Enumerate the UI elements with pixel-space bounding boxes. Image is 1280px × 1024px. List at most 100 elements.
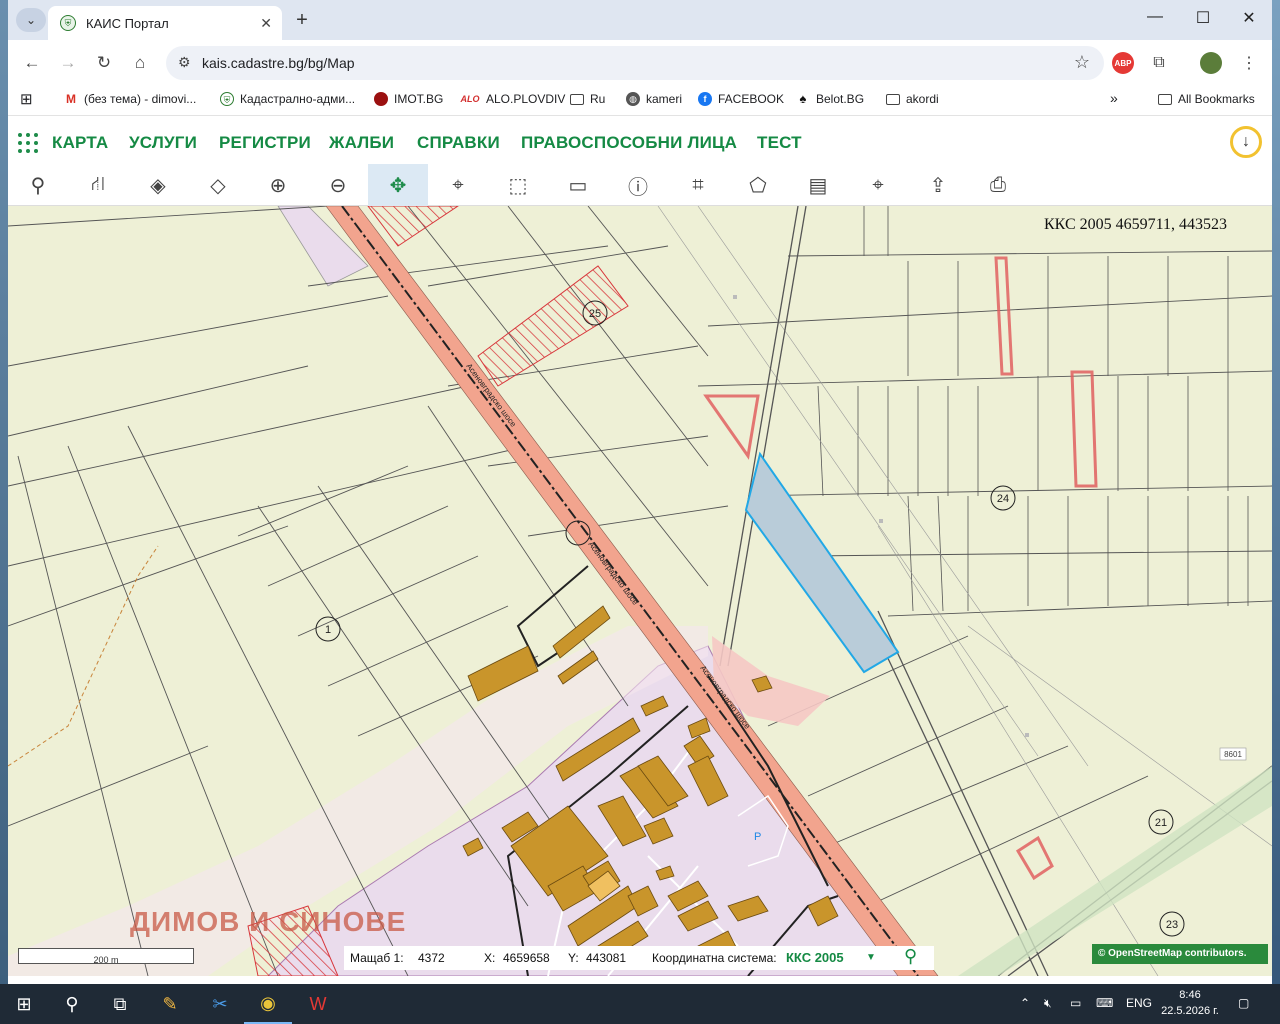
paint-app-icon[interactable]: ✎ (146, 984, 194, 1024)
scale-value: 4372 (418, 951, 445, 965)
minimize-button[interactable]: — (1140, 8, 1170, 26)
coordinate-tool-icon[interactable]: ⌖ (848, 164, 908, 206)
tab-search-button[interactable]: ⌄ (16, 8, 46, 32)
volume-muted-icon[interactable]: 🔇︎ (1044, 996, 1052, 1011)
parking-label: P (754, 831, 761, 843)
browser-toolbar: ← → ↻ ⌂ ⚙ kais.cadastre.bg/bg/Map ☆ ABP … (8, 40, 1272, 86)
browser-window: ⌄ ⛨ КАИС Портал ✕ + — ☐ ✕ ← → ↻ ⌂ ⚙ kais… (8, 0, 1272, 984)
route-tool-icon[interactable]: ⛙ (68, 164, 128, 206)
apps-menu-icon[interactable] (18, 133, 38, 153)
tab-kais-portal[interactable]: ⛨ КАИС Портал ✕ (48, 6, 282, 40)
globe-icon: ◍ (626, 92, 640, 106)
scale-bar-label: 200 m (93, 955, 119, 965)
map-toolbar: ⚲ ⛙ ◈ ◇ ⊕ ⊖ ✥ ⌖ ⬚ ▭ ⓘ ⌗ ⬠ ▤ ⌖ ⇪ ⎙ (8, 164, 1272, 206)
zoom-out-tool-icon[interactable]: ⊖ (308, 164, 368, 206)
windows-start-icon[interactable]: ⊞ (0, 984, 48, 1024)
bookmark-akordi[interactable]: akordi (886, 92, 939, 106)
search-tool-icon[interactable]: ⚲ (8, 164, 68, 206)
layers-outline-tool-icon[interactable]: ◇ (188, 164, 248, 206)
pan-tool-icon[interactable]: ✥ (368, 164, 428, 206)
bookmark-facebook[interactable]: f FACEBOOK (698, 92, 784, 106)
apps-grid-icon[interactable]: ⊞ (20, 90, 33, 108)
tray-chevron-up-icon[interactable]: ⌃ (1020, 996, 1030, 1010)
info-tool-icon[interactable]: ⓘ (608, 164, 668, 206)
profile-avatar[interactable] (1200, 52, 1222, 74)
bookmark-star-icon[interactable]: ☆ (1074, 52, 1090, 73)
zoom-in-tool-icon[interactable]: ⊕ (248, 164, 308, 206)
forward-icon[interactable]: → (56, 52, 80, 76)
all-bookmarks[interactable]: All Bookmarks (1158, 92, 1255, 106)
map-tool-icon[interactable]: ▤ (788, 164, 848, 206)
bookmark-ru[interactable]: Ru (570, 92, 605, 106)
y-label: Y: (568, 951, 579, 965)
desktop-background-right (1272, 0, 1280, 984)
notifications-icon[interactable]: ▢ (1238, 996, 1249, 1010)
more-bookmarks-icon[interactable]: » (1110, 90, 1118, 106)
select-rect-tool-icon[interactable]: ⬚ (488, 164, 548, 206)
nav-zhalbi[interactable]: ЖАЛБИ (329, 133, 394, 153)
close-tab-icon[interactable]: ✕ (260, 15, 272, 32)
clock-time: 8:46 (1179, 989, 1201, 1001)
parcel-label-25: 25 (589, 308, 601, 320)
keyboard-icon[interactable]: ⌨ (1096, 996, 1113, 1010)
bookmark-cadastre[interactable]: ⛨ Кадастрално-адми... (220, 92, 355, 106)
network-icon[interactable]: ▭ (1070, 996, 1081, 1010)
back-icon[interactable]: ← (20, 52, 44, 76)
scale-label: Мащаб 1: (350, 951, 404, 965)
print-tool-icon[interactable]: ⎙ (968, 164, 1028, 206)
nav-test[interactable]: ТЕСТ (757, 133, 802, 153)
deselect-rect-tool-icon[interactable]: ▭ (548, 164, 608, 206)
new-tab-button[interactable]: + (290, 8, 314, 32)
search-icon[interactable]: ⚲ (904, 946, 917, 967)
bookmark-belot[interactable]: ♠ Belot.BG (796, 92, 864, 107)
nav-karta[interactable]: КАРТА (52, 133, 108, 153)
bookmark-gmail[interactable]: M (без тема) - dimovi... (64, 92, 196, 106)
desktop-background-left (0, 0, 8, 984)
parcel-label-24: 24 (997, 493, 1009, 505)
cadastre-icon: ⛨ (220, 92, 234, 106)
nav-uslugi[interactable]: УСЛУГИ (129, 133, 197, 153)
triangle-down-icon[interactable]: ▼ (866, 952, 876, 963)
url-text[interactable]: kais.cadastre.bg/bg/Map (202, 55, 355, 71)
cadastral-map[interactable]: P 25 24 1 21 23 Асеновградско шосе Асено… (8, 206, 1272, 976)
nav-spravki[interactable]: СПРАВКИ (417, 133, 500, 153)
owner-watermark: ДИМОВ И СИНОВЕ (130, 906, 407, 937)
snipping-app-icon[interactable]: ✂ (196, 984, 244, 1024)
map-canvas[interactable]: P 25 24 1 21 23 Асеновградско шосе Асено… (8, 206, 1272, 976)
coordinate-system-select[interactable]: ККС 2005 (786, 950, 844, 965)
osm-attribution[interactable]: © OpenStreetMap contributors. (1092, 944, 1268, 964)
address-bar[interactable]: ⚙ kais.cadastre.bg/bg/Map ☆ (166, 46, 1104, 80)
search-icon[interactable]: ⚲ (48, 984, 96, 1024)
maximize-button[interactable]: ☐ (1188, 8, 1218, 28)
layers-tool-icon[interactable]: ◈ (128, 164, 188, 206)
bookmark-imot[interactable]: IMOT.BG (374, 92, 443, 106)
close-window-button[interactable]: ✕ (1234, 8, 1264, 28)
browser-menu-icon[interactable]: ⋮ (1238, 52, 1260, 74)
nav-pravosposobni-litsa[interactable]: ПРАВОСПОСОБНИ ЛИЦА (521, 133, 737, 153)
chrome-app-icon[interactable]: ◉ (244, 984, 292, 1024)
folder-icon (886, 93, 900, 105)
y-value: 443081 (586, 951, 627, 965)
facebook-icon: f (698, 92, 712, 106)
language-indicator[interactable]: ENG (1126, 996, 1152, 1010)
wps-app-icon[interactable]: W (294, 984, 342, 1024)
download-icon[interactable]: ↓ (1230, 126, 1262, 158)
task-view-icon[interactable]: ⧉ (96, 984, 144, 1024)
home-icon[interactable]: ⌂ (128, 52, 152, 76)
export-tool-icon[interactable]: ⇪ (908, 164, 968, 206)
bookmarks-bar: ⊞ M (без тема) - dimovi... ⛨ Кадастрално-а… (8, 86, 1272, 116)
measure-tool-icon[interactable]: ⌗ (668, 164, 728, 206)
nav-registri[interactable]: РЕГИСТРИ (219, 133, 311, 153)
reload-icon[interactable]: ↻ (92, 52, 116, 76)
cadastre-favicon-icon: ⛨ (60, 15, 76, 31)
clock[interactable]: 8:46 22.5.2026 г. (1158, 987, 1222, 1019)
extensions-puzzle-icon[interactable]: ⧉ (1148, 52, 1170, 74)
bookmark-kameri[interactable]: ◍ kameri (626, 92, 682, 106)
marker-tool-icon[interactable]: ⌖ (428, 164, 488, 206)
site-info-icon[interactable]: ⚙ (178, 54, 191, 71)
tab-strip: ⌄ ⛨ КАИС Портал ✕ + — ☐ ✕ (8, 0, 1272, 40)
adblock-extension-icon[interactable]: ABP (1112, 52, 1134, 74)
bookmark-alo[interactable]: ALO ALO.PLOVDIV (460, 92, 566, 106)
polygon-tool-icon[interactable]: ⬠ (728, 164, 788, 206)
map-info-bar: Мащаб 1: 4372 X: 4659658 Y: 443081 Коорд… (344, 946, 934, 970)
